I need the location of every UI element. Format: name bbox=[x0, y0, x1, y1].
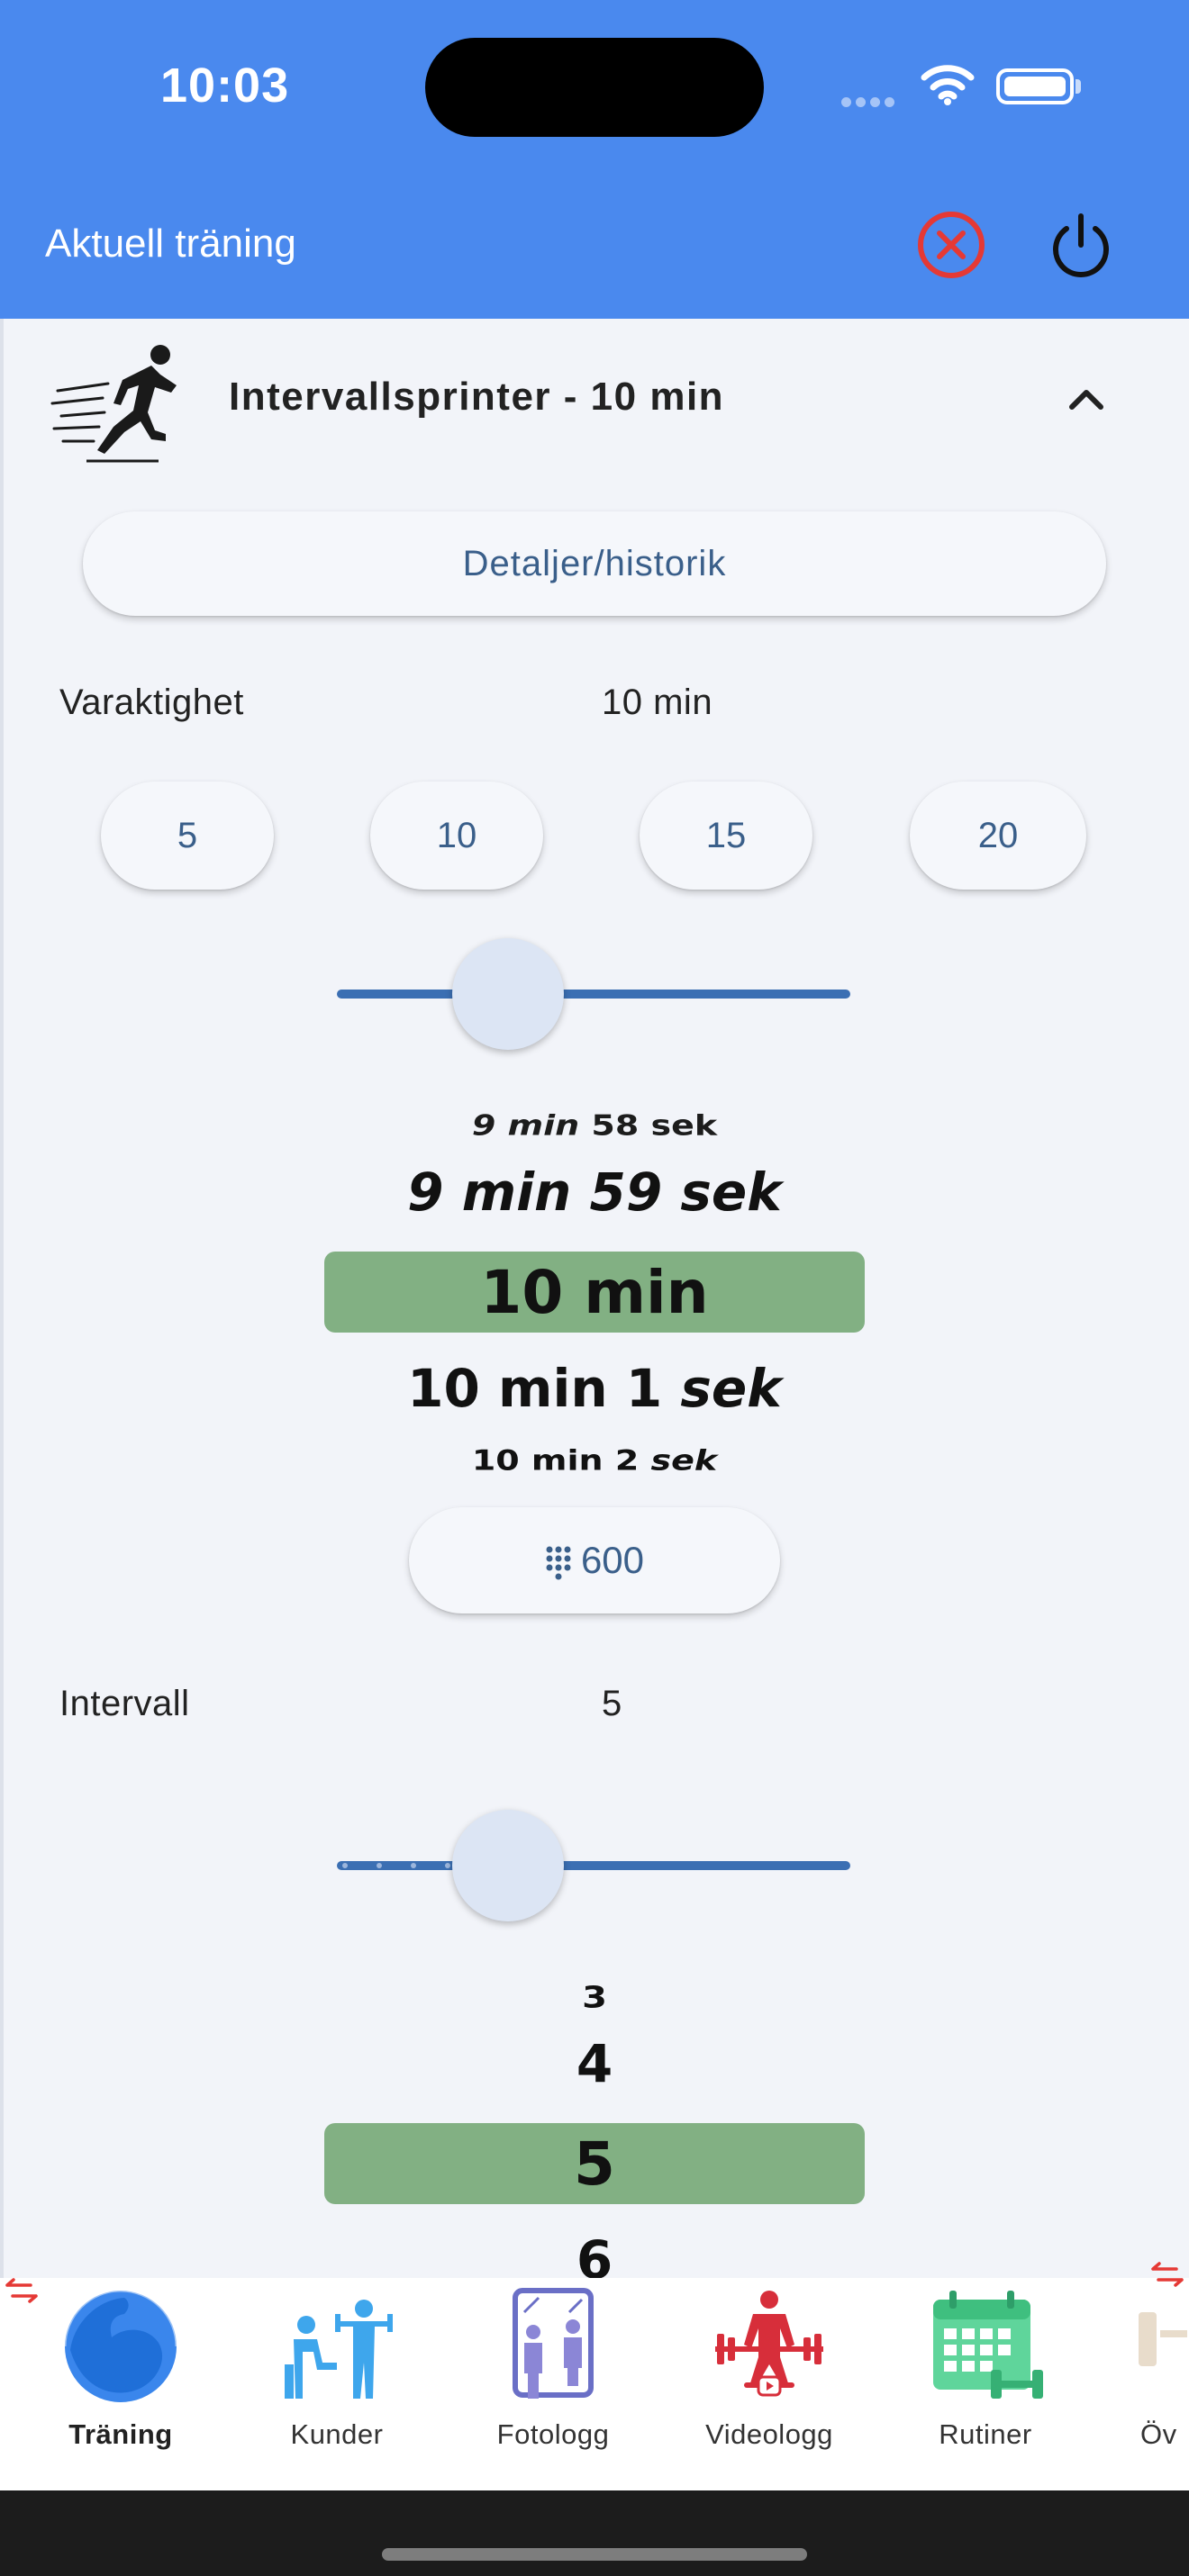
keypad-value: 600 bbox=[580, 1539, 645, 1581]
interval-slider-thumb[interactable] bbox=[452, 1810, 564, 1921]
nav-label: Videologg bbox=[705, 2418, 833, 2450]
duration-wheel-item[interactable]: 9 min 58 sek bbox=[0, 1109, 1189, 1142]
power-icon[interactable] bbox=[1043, 207, 1119, 283]
weightlifter-video-icon bbox=[715, 2291, 823, 2397]
exercise-title: Intervallsprinter - 10 min bbox=[229, 375, 725, 419]
swap-arrows-icon bbox=[1151, 2262, 1184, 2287]
interval-wheel-item[interactable]: 3 bbox=[0, 1981, 1189, 2015]
duration-wheel-item[interactable]: 9 min 59 sek bbox=[0, 1161, 1189, 1223]
nav-label: Öv bbox=[1140, 2418, 1177, 2450]
status-time: 10:03 bbox=[160, 59, 290, 113]
duration-preset-15-button[interactable]: 15 bbox=[640, 782, 812, 890]
nav-item-videologg[interactable]: Videologg bbox=[670, 2285, 868, 2465]
keypad-input-button[interactable]: 600 bbox=[409, 1507, 780, 1613]
chevron-up-icon[interactable] bbox=[1063, 382, 1110, 414]
duration-wheel-selected-item[interactable]: 10 min bbox=[0, 1255, 1189, 1331]
nav-label: Träning bbox=[68, 2418, 173, 2450]
interval-slider-tick bbox=[342, 1863, 348, 1868]
duration-preset-10-button[interactable]: 10 bbox=[370, 782, 543, 890]
duration-wheel-item[interactable]: 10 min 1 sek bbox=[0, 1358, 1189, 1419]
page-title: Aktuell träning bbox=[45, 221, 296, 266]
interval-wheel-item[interactable]: 4 bbox=[0, 2033, 1189, 2094]
close-circle-icon[interactable] bbox=[913, 207, 989, 283]
interval-slider-tick bbox=[377, 1863, 382, 1868]
cellular-signal-icon bbox=[841, 95, 904, 107]
duration-label: Varaktighet bbox=[59, 682, 244, 722]
duration-slider-track[interactable] bbox=[337, 990, 850, 999]
interval-value: 5 bbox=[602, 1684, 622, 1723]
duration-wheel-item[interactable]: 10 min 2 sek bbox=[0, 1444, 1189, 1474]
duration-value: 10 min bbox=[602, 682, 713, 722]
interval-slider-tick bbox=[411, 1863, 416, 1868]
duration-preset-20-button[interactable]: 20 bbox=[910, 782, 1086, 890]
dynamic-island bbox=[425, 38, 764, 137]
sprinter-icon bbox=[50, 345, 177, 463]
home-indicator[interactable] bbox=[382, 2548, 807, 2561]
duration-slider-thumb[interactable] bbox=[452, 938, 564, 1050]
nav-item-ovningar[interactable]: Öv bbox=[1103, 2285, 1189, 2465]
nav-label: Rutiner bbox=[939, 2418, 1032, 2450]
battery-tip bbox=[1076, 79, 1081, 94]
trainer-client-icon bbox=[285, 2300, 393, 2399]
interval-slider-tick bbox=[445, 1863, 450, 1868]
battery-icon bbox=[996, 68, 1074, 104]
interval-label: Intervall bbox=[59, 1684, 190, 1723]
nav-item-traning[interactable]: Träning bbox=[22, 2285, 220, 2465]
nav-item-kunder[interactable]: Kunder bbox=[238, 2285, 436, 2465]
mirror-photo-icon bbox=[513, 2288, 594, 2399]
exercise-icon bbox=[1139, 2312, 1187, 2366]
calendar-dumbbell-icon bbox=[933, 2291, 1043, 2399]
interval-wheel-item[interactable]: 6 bbox=[0, 2229, 1189, 2278]
nav-label: Kunder bbox=[290, 2418, 384, 2450]
wifi-icon bbox=[921, 65, 975, 105]
home-indicator-area bbox=[0, 2490, 1189, 2576]
nav-item-fotologg[interactable]: Fotologg bbox=[454, 2285, 652, 2465]
nav-label: Fotologg bbox=[496, 2418, 610, 2450]
flexed-arm-icon bbox=[63, 2289, 178, 2402]
nav-item-rutiner[interactable]: Rutiner bbox=[886, 2285, 1085, 2465]
duration-preset-5-button[interactable]: 5 bbox=[101, 782, 274, 890]
interval-wheel-selected-item[interactable]: 5 bbox=[0, 2127, 1189, 2202]
details-history-button[interactable]: Detaljer/historik bbox=[83, 511, 1106, 616]
dialpad-icon bbox=[546, 1546, 571, 1580]
